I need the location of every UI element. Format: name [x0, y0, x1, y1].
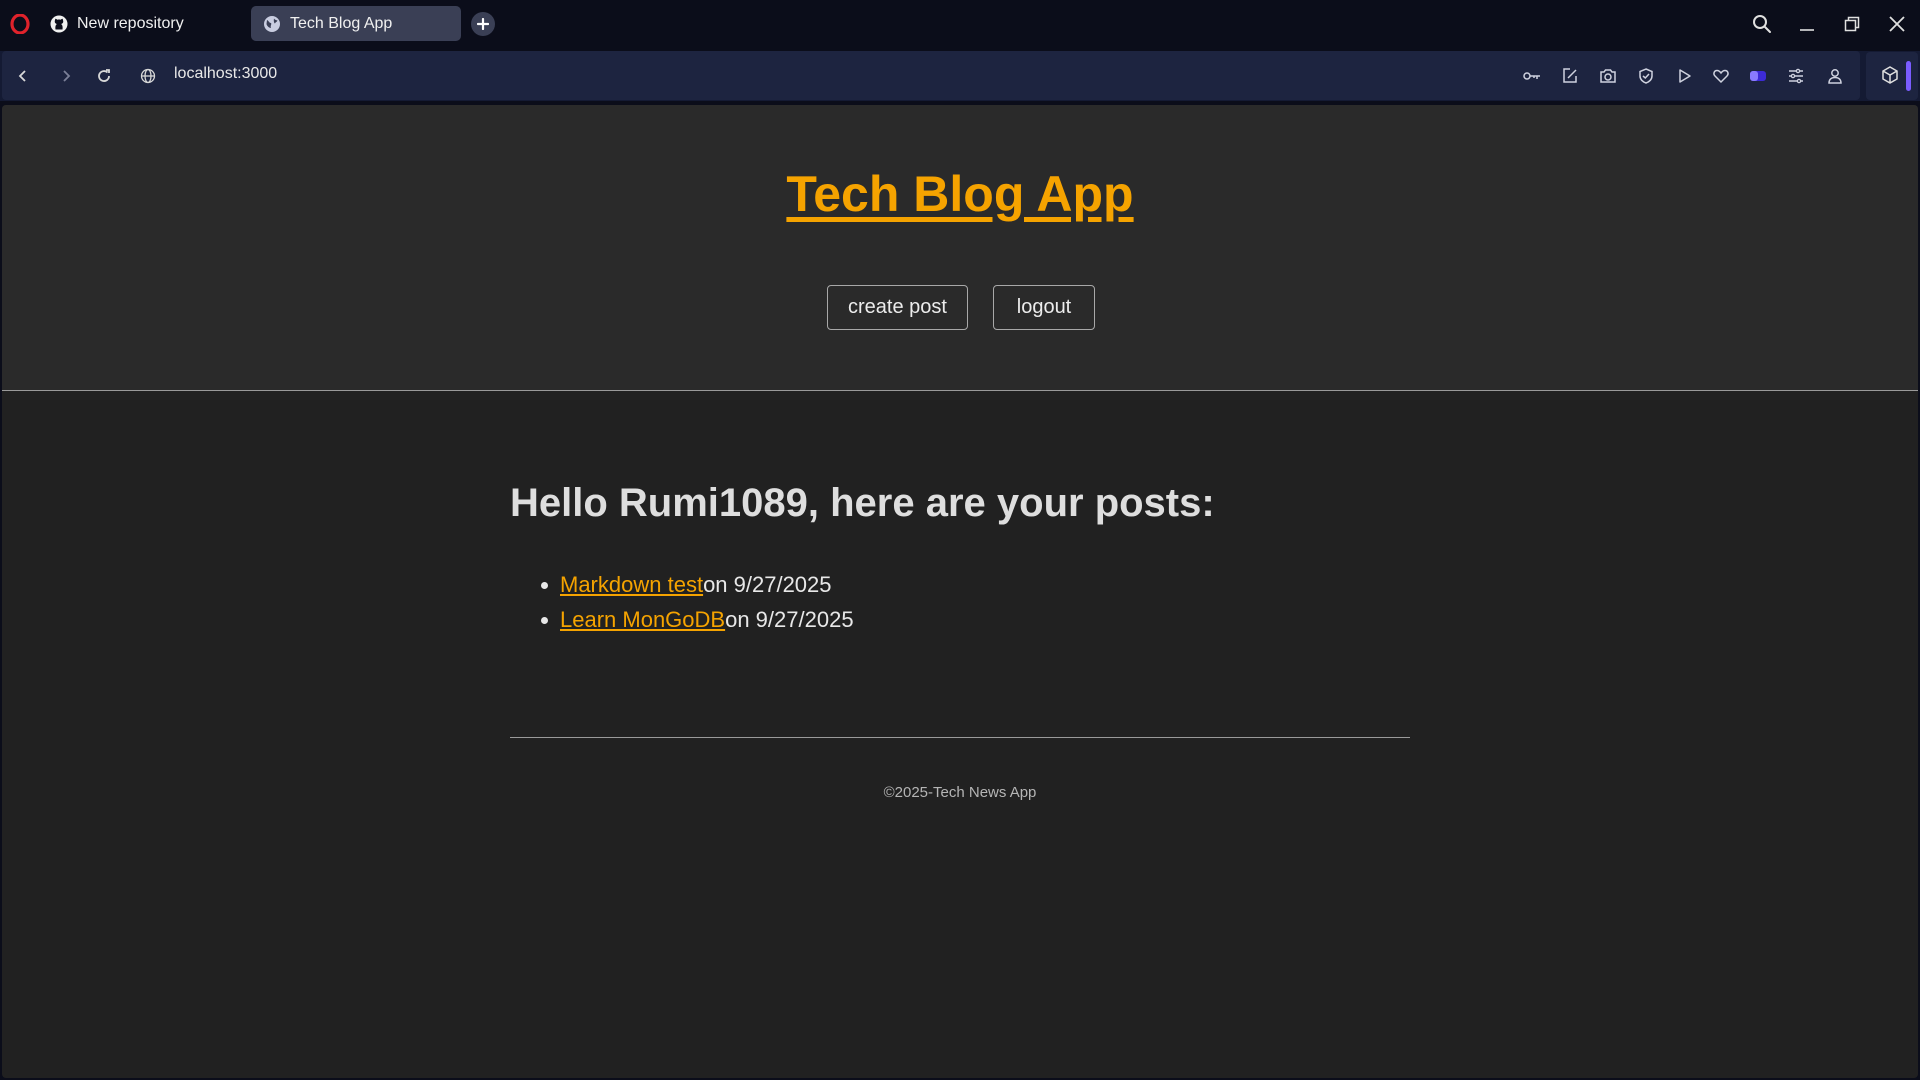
post-link[interactable]: Markdown test	[560, 572, 703, 597]
site-info-button[interactable]	[136, 64, 160, 88]
reload-button[interactable]	[92, 64, 116, 88]
github-icon	[50, 15, 68, 32]
chevron-left-icon	[18, 70, 26, 82]
search-icon	[1753, 15, 1771, 33]
chevron-right-icon	[63, 70, 71, 82]
post-date: on 9/27/2025	[703, 572, 832, 597]
snapshot-button[interactable]	[1596, 64, 1620, 88]
site-header: Tech Blog App create post logout	[2, 105, 1918, 391]
play-icon	[1679, 69, 1691, 83]
new-tab-button[interactable]	[471, 12, 495, 36]
footer-copyright: ©2025-Tech News App	[883, 784, 1037, 801]
bookmarks-button[interactable]	[1709, 64, 1733, 88]
address-bar: localhost:3000	[2, 51, 1860, 100]
logout-button[interactable]: logout	[993, 285, 1095, 330]
edit-share-icon	[1563, 68, 1577, 83]
toggle-icon	[1750, 71, 1766, 81]
tab-title: New repository	[77, 14, 184, 32]
list-item: Markdown teston 9/27/2025	[541, 570, 854, 605]
list-item: Learn MonGoDBon 9/27/2025	[541, 605, 854, 640]
url-field[interactable]: localhost:3000	[174, 65, 277, 83]
close-icon	[1889, 16, 1905, 32]
shield-icon	[1639, 68, 1653, 84]
greeting-heading: Hello Rumi1089, here are your posts:	[510, 481, 1215, 525]
forward-button[interactable]	[54, 64, 78, 88]
minimize-button[interactable]	[1795, 12, 1819, 36]
site-title: Tech Blog App	[2, 165, 1918, 223]
globe-icon	[140, 68, 156, 84]
globe-icon	[264, 15, 280, 32]
post-link[interactable]: Learn MonGoDB	[560, 607, 725, 632]
restore-icon	[1844, 16, 1860, 32]
sidebar-accent-bar	[1906, 61, 1911, 91]
vpn-button[interactable]	[1634, 64, 1658, 88]
site-title-link[interactable]: Tech Blog App	[786, 166, 1133, 222]
extension-toggle-button[interactable]	[1746, 64, 1770, 88]
user-icon	[1828, 69, 1842, 84]
post-list: Markdown teston 9/27/2025 Learn MonGoDBo…	[541, 570, 854, 640]
create-post-button[interactable]: create post	[827, 285, 968, 330]
post-date: on 9/27/2025	[725, 607, 854, 632]
settings-sliders-icon	[1789, 68, 1803, 84]
cube-icon	[1882, 66, 1898, 84]
tab-tech-blog-app[interactable]: Tech Blog App	[251, 6, 461, 41]
opera-logo-icon[interactable]	[10, 14, 30, 34]
restore-button[interactable]	[1840, 12, 1864, 36]
easy-files-button[interactable]	[1558, 64, 1582, 88]
footer-divider	[510, 737, 1410, 738]
passwords-button[interactable]	[1520, 64, 1544, 88]
close-window-button[interactable]	[1885, 12, 1909, 36]
reload-icon	[98, 69, 110, 82]
profile-button[interactable]	[1823, 64, 1847, 88]
camera-icon	[1600, 69, 1616, 83]
tab-new-repository[interactable]: New repository	[38, 6, 238, 41]
browser-toolbar: localhost:3000	[0, 51, 1920, 101]
page-viewport: Tech Blog App create post logout Hello R…	[2, 105, 1918, 1078]
easy-setup-button[interactable]	[1784, 64, 1808, 88]
back-button[interactable]	[11, 64, 35, 88]
key-icon	[1523, 72, 1540, 80]
tab-title: Tech Blog App	[290, 14, 393, 32]
heart-icon	[1713, 69, 1729, 84]
player-button[interactable]	[1672, 64, 1696, 88]
minimize-icon	[1800, 29, 1814, 31]
tab-strip: New repository Tech Blog App	[0, 0, 1920, 48]
plus-icon	[477, 18, 489, 30]
search-tabs-button[interactable]	[1750, 12, 1774, 36]
